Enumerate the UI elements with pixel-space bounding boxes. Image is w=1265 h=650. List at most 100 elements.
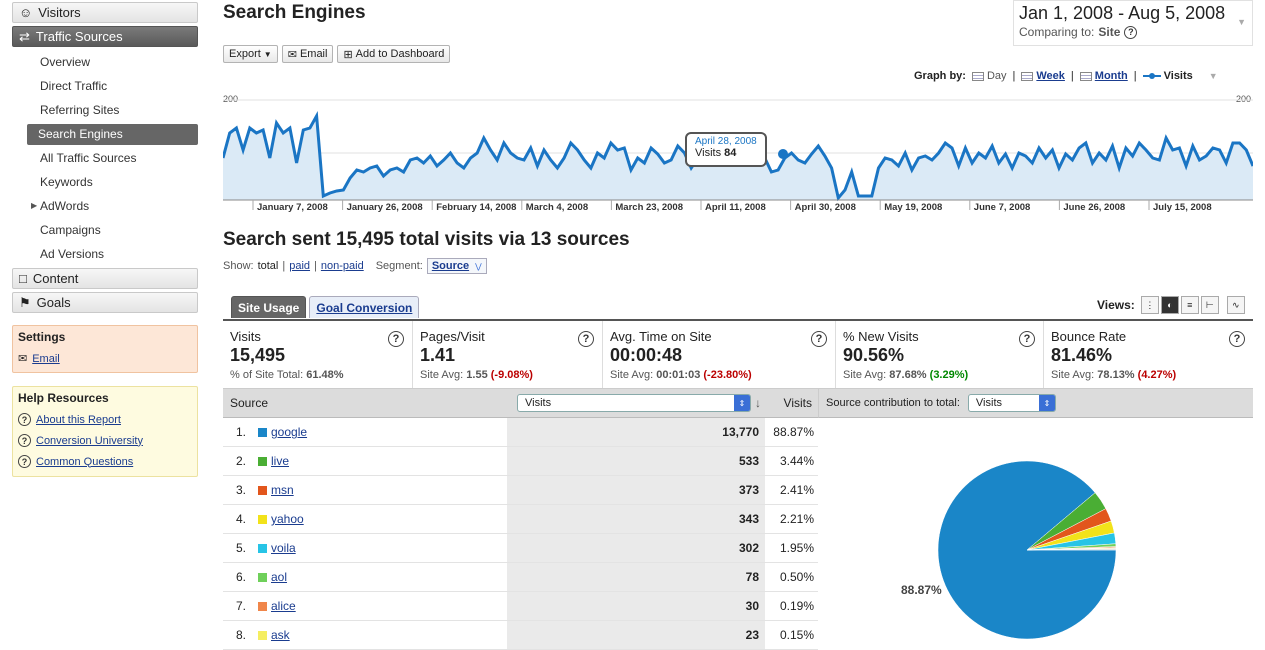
help-icon[interactable]: ? — [811, 331, 827, 347]
view-pie-icon[interactable]: ◐ — [1160, 296, 1179, 314]
metric-value: 00:00:48 — [610, 345, 683, 365]
row-visits-value: 30 — [507, 592, 765, 620]
sidebar-item-search-engines[interactable]: Search Engines — [27, 124, 198, 145]
view-table-icon[interactable]: ⋮ — [1140, 296, 1159, 314]
chevron-down-icon[interactable]: ▼ — [1209, 71, 1218, 81]
help-icon[interactable]: ? — [1019, 331, 1035, 347]
col-source-header[interactable]: Source — [223, 396, 507, 410]
comparing-label: Comparing to: — [1019, 25, 1095, 39]
help-icon: ? — [18, 455, 31, 468]
add-to-dashboard-button[interactable]: ⊞ Add to Dashboard — [337, 45, 451, 63]
views-switcher: Views: ⋮ ◐ ≡ ⊢ ∿ — [1097, 296, 1245, 314]
separator: | — [1133, 70, 1137, 82]
view-bar-icon[interactable]: ≡ — [1180, 296, 1199, 314]
hover-point[interactable] — [778, 149, 788, 159]
segment-label: Segment: — [375, 260, 423, 272]
line-legend-icon — [1142, 73, 1161, 79]
graph-by-month[interactable]: Month — [1079, 70, 1128, 82]
view-comparison-icon[interactable]: ⊢ — [1200, 296, 1219, 314]
graph-tooltip: April 28, 2008 Visits 84 — [685, 132, 767, 167]
row-number: 4. — [236, 512, 247, 526]
settings-email-row[interactable]: ✉ Email — [18, 348, 192, 369]
calendar-icon — [1079, 71, 1092, 81]
segment-dropdown[interactable]: Source ⋁ — [426, 258, 487, 274]
graph-by-week[interactable]: Week — [1021, 70, 1065, 82]
sidebar-item-referring-sites[interactable]: Referring Sites — [12, 98, 198, 122]
metric-avg-value: 00:01:03 — [656, 369, 701, 381]
help-icon[interactable]: ? — [578, 331, 594, 347]
help-icon[interactable]: ? — [1124, 25, 1138, 39]
col-visits-header[interactable]: Visits — [765, 396, 818, 410]
expand-triangle-icon: ▶ — [31, 201, 38, 210]
settings-email-link[interactable]: Email — [32, 353, 60, 365]
sidebar-item-campaigns[interactable]: Campaigns — [12, 218, 198, 242]
sidebar-item-direct-traffic[interactable]: Direct Traffic — [12, 74, 198, 98]
views-label: Views: — [1097, 298, 1135, 312]
graph-by-day[interactable]: Day — [971, 70, 1007, 82]
metric-avg-time: Avg. Time on Site 00:00:48 Site Avg: 00:… — [603, 321, 836, 388]
row-percent: 88.87% — [773, 425, 814, 439]
help-link-conversion-university[interactable]: Conversion University — [36, 435, 143, 447]
source-link[interactable]: msn — [271, 483, 294, 497]
nav-visitors[interactable]: ☺ Visitors — [12, 2, 198, 23]
help-row-about[interactable]: ? About this Report — [18, 409, 192, 430]
table-row: 5. voila 302 1.95% — [223, 534, 818, 563]
separator: | — [314, 260, 317, 272]
export-button[interactable]: Export ▼ — [223, 45, 278, 63]
row-percent: 3.44% — [779, 454, 814, 468]
source-link[interactable]: aol — [271, 570, 287, 584]
graph-by-week-label: Week — [1036, 70, 1065, 82]
sidebar-item-adwords[interactable]: ▶ AdWords — [12, 194, 198, 218]
envelope-icon: ✉ — [18, 353, 28, 365]
visits-graph[interactable]: 200 200 100 January 7, 2008January 26, 2… — [223, 88, 1253, 213]
nav-traffic-sources[interactable]: ⇄ Traffic Sources — [12, 26, 198, 47]
show-paid-link[interactable]: paid — [289, 260, 310, 272]
date-range-picker[interactable]: Jan 1, 2008 - Aug 5, 2008 Comparing to: … — [1013, 0, 1253, 46]
help-icon[interactable]: ? — [1229, 331, 1245, 347]
chevron-updown-icon: ⇕ — [734, 395, 750, 411]
calendar-icon — [1021, 71, 1034, 81]
tab-site-usage[interactable]: Site Usage — [231, 296, 307, 318]
help-row-common[interactable]: ? Common Questions — [18, 451, 192, 472]
email-button[interactable]: ✉ Email — [281, 45, 334, 63]
calendar-icon — [971, 71, 984, 81]
sort-arrow-icon[interactable]: ↓ — [755, 396, 761, 410]
row-percent: 0.15% — [779, 628, 814, 642]
sidebar-item-overview[interactable]: Overview — [12, 50, 198, 74]
page-icon: □ — [19, 271, 27, 286]
show-filter-row: Show: total | paid | non-paid Segment: S… — [223, 258, 487, 274]
metric-delta: (-23.80%) — [703, 369, 752, 381]
view-pivot-icon[interactable]: ∿ — [1226, 296, 1245, 314]
nav-content[interactable]: □ Content — [12, 268, 198, 289]
source-link[interactable]: google — [271, 425, 307, 439]
source-link[interactable]: yahoo — [271, 512, 304, 526]
table-body: 1. google 13,770 88.87% 2. live 533 3.44% 3. msn 3… — [223, 418, 818, 650]
tab-goal-conversion[interactable]: Goal Conversion — [309, 296, 420, 318]
help-row-conversion[interactable]: ? Conversion University — [18, 430, 192, 451]
metric-avg: Site Avg: 78.13% (4.27%) — [1051, 369, 1246, 381]
pie-metric-select[interactable]: Visits ⇕ — [967, 394, 1056, 412]
graph-metric-selector[interactable]: Visits — [1142, 70, 1193, 82]
sidebar-item-all-traffic-sources[interactable]: All Traffic Sources — [12, 146, 198, 170]
metric-value: 1.41 — [420, 345, 456, 365]
chevron-down-icon[interactable]: ▼ — [1237, 17, 1246, 27]
source-link[interactable]: voila — [271, 541, 296, 555]
pie-chart[interactable] — [818, 418, 1253, 646]
show-total[interactable]: total — [258, 260, 279, 272]
metric-select[interactable]: Visits ⇕ — [517, 394, 751, 412]
help-icon[interactable]: ? — [388, 331, 404, 347]
nav-goals[interactable]: ⚑ Goals — [12, 292, 198, 313]
source-link[interactable]: ask — [271, 628, 290, 642]
help-link-about[interactable]: About this Report — [36, 414, 121, 426]
sidebar-item-ad-versions[interactable]: Ad Versions — [12, 242, 198, 266]
show-nonpaid-link[interactable]: non-paid — [321, 260, 364, 272]
sidebar-item-keywords[interactable]: Keywords — [12, 170, 198, 194]
row-number: 2. — [236, 454, 247, 468]
metric-avg: % of Site Total: 61.48% — [230, 369, 405, 381]
x-tick-label: January 7, 2008 — [257, 202, 328, 213]
tooltip-metric: Visits — [695, 147, 722, 159]
source-link[interactable]: alice — [271, 599, 296, 613]
source-link[interactable]: live — [271, 454, 289, 468]
metric-value: 81.46% — [1051, 345, 1113, 365]
help-link-common-questions[interactable]: Common Questions — [36, 456, 133, 468]
